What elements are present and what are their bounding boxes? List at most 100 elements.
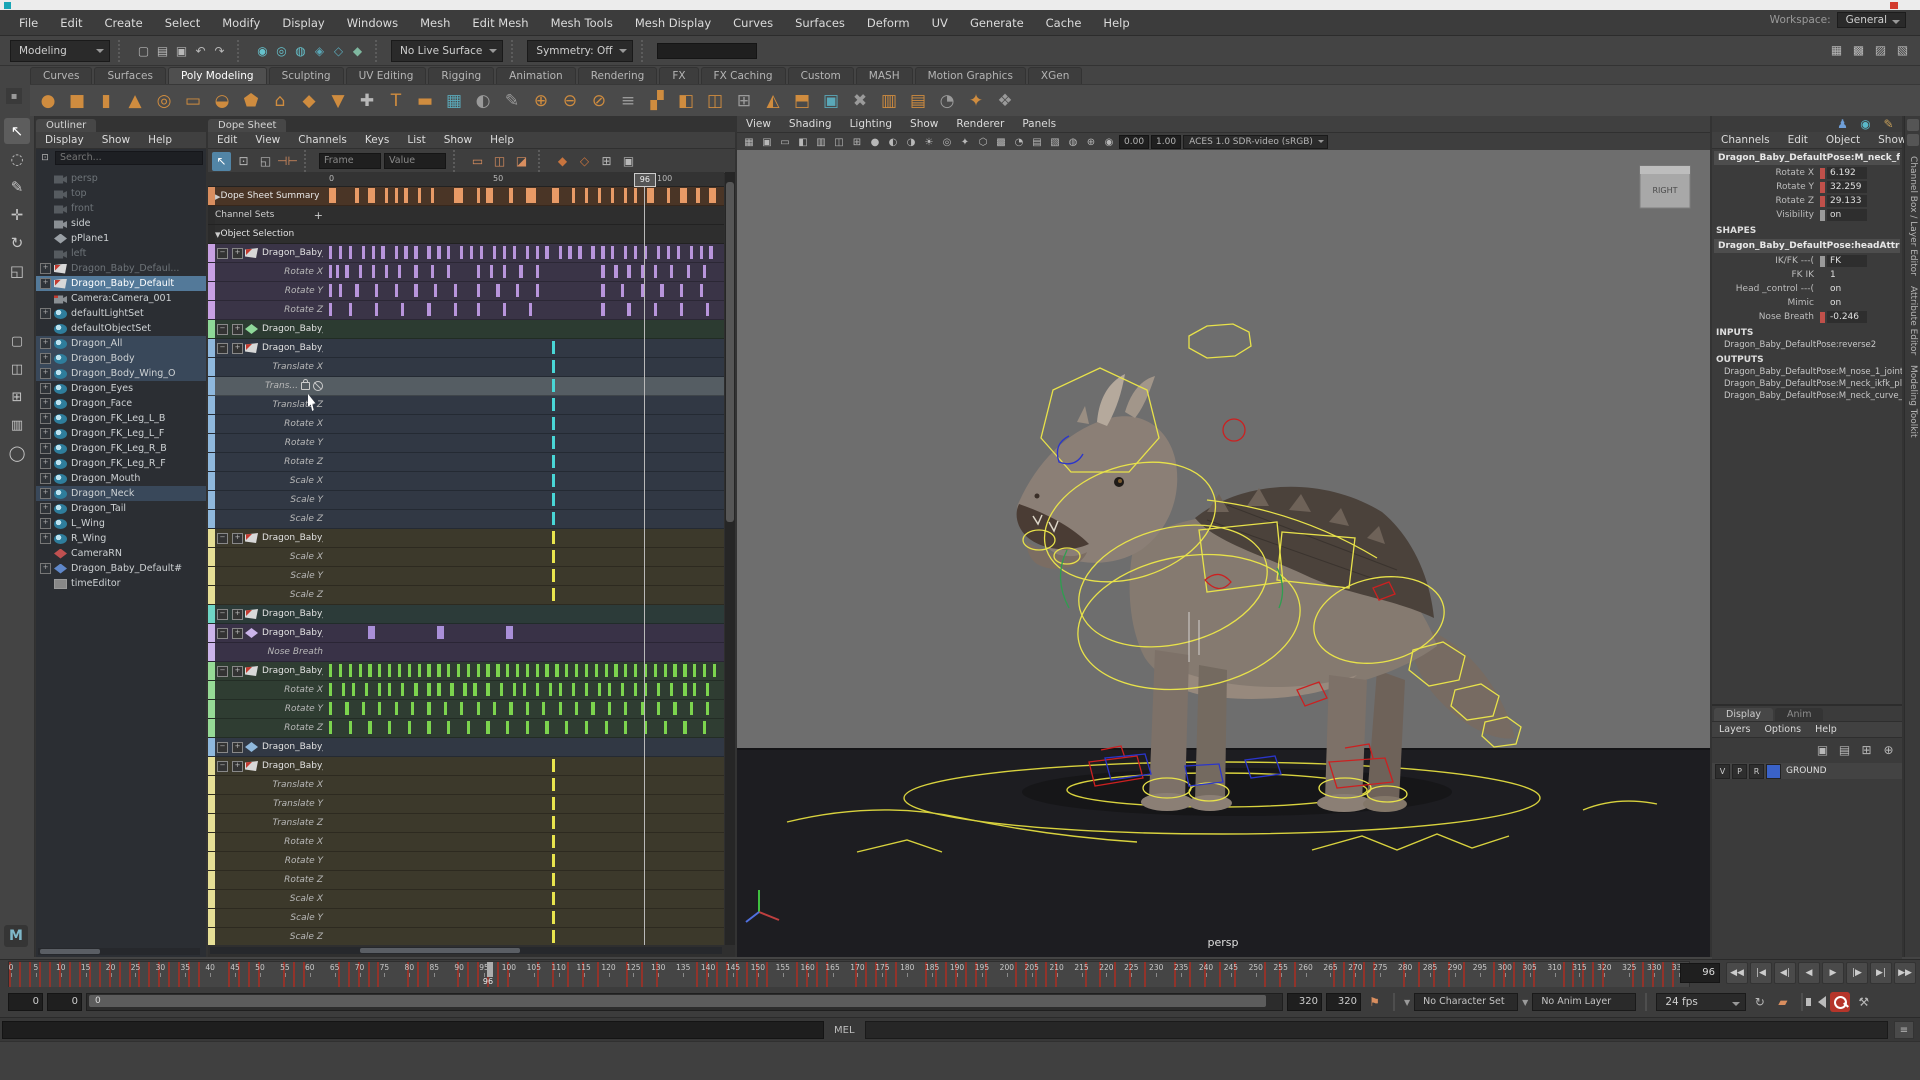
script-editor-icon[interactable]: ≡ (1894, 1021, 1914, 1039)
layout-single-icon[interactable]: ▢ (4, 328, 30, 354)
sculpt-icon[interactable]: ◐ (471, 89, 495, 113)
row-name-cell[interactable]: Rotate X (215, 833, 326, 851)
keyframe[interactable] (700, 246, 703, 259)
dope-row-scale-z[interactable]: Scale Z (208, 928, 724, 945)
xray-icon[interactable]: ▧ (1047, 133, 1063, 152)
menu-set-dropdown[interactable]: Modeling (10, 40, 110, 62)
channel-value[interactable]: 1 (1827, 269, 1867, 281)
keyframe[interactable] (667, 188, 670, 203)
boolean-icon[interactable]: ⊘ (587, 89, 611, 113)
dope-row-rotate-z[interactable]: Rotate Z (208, 719, 724, 738)
delete-edge-icon[interactable]: ✖ (848, 89, 872, 113)
expand-icon[interactable]: + (232, 761, 243, 772)
keyframe[interactable] (536, 284, 539, 297)
keyframe[interactable] (486, 188, 493, 203)
motion-blur-icon[interactable]: ⬡ (975, 133, 991, 152)
keyframe[interactable] (523, 683, 526, 696)
outliner-item-persp[interactable]: persp (36, 171, 206, 186)
expand-icon[interactable]: + (232, 324, 243, 335)
keyframe[interactable] (447, 664, 450, 677)
dope-row-dragon-baby-defaultpose-m[interactable]: −+Dragon_Baby_DefaultPose:M (208, 662, 724, 681)
channel-row-fk-ik[interactable]: FK IK1 (1712, 268, 1902, 282)
redo-icon[interactable]: ↷ (210, 41, 229, 60)
key-track[interactable] (326, 624, 724, 642)
key-track[interactable] (326, 377, 724, 395)
keyframe[interactable] (552, 512, 555, 525)
dope-row-scale-y[interactable]: Scale Y (208, 909, 724, 928)
key-track[interactable] (326, 738, 724, 756)
keyframe[interactable] (673, 702, 676, 715)
keyframe[interactable] (395, 188, 398, 203)
output-node[interactable]: Dragon_Baby_DefaultPose:M_neck_ikfk_plus… (1712, 378, 1902, 390)
dope-row-dragon-baby-defaultpose-m[interactable]: −+Dragon_Baby_DefaultPose:M (208, 244, 724, 263)
key-track[interactable] (326, 529, 724, 547)
dope-row-translate-y[interactable]: Translate Y (208, 795, 724, 814)
dope-row-dragon-baby-defaultpose[interactable]: −+Dragon_Baby_DefaultPose (208, 757, 724, 776)
key-track[interactable] (326, 396, 724, 414)
row-name-cell[interactable]: Rotate Y (215, 434, 326, 452)
keyframe[interactable] (552, 873, 555, 886)
shelf-tab-poly-modeling[interactable]: Poly Modeling (168, 67, 267, 84)
keyframe[interactable] (368, 664, 371, 677)
prev-frame-button[interactable]: ◀| (1774, 962, 1796, 984)
snap-curve-icon[interactable]: ◎ (272, 41, 291, 60)
key-track[interactable] (326, 928, 724, 945)
keyframe[interactable] (349, 721, 352, 734)
keyframe[interactable] (605, 664, 608, 677)
outliner-item-timeeditor[interactable]: timeEditor (36, 576, 206, 591)
key-track[interactable] (326, 225, 724, 243)
key-track[interactable] (326, 890, 724, 908)
key-track[interactable] (326, 244, 724, 262)
rotate-tool-icon[interactable]: ↻ (4, 230, 30, 256)
keyframe[interactable] (447, 721, 450, 734)
next-key-button[interactable]: ▶| (1870, 962, 1892, 984)
keyframe[interactable] (529, 303, 532, 316)
outliner-item-l-wing[interactable]: +L_Wing (36, 516, 206, 531)
key-track[interactable] (326, 434, 724, 452)
keyframe[interactable] (385, 188, 388, 203)
keyframe[interactable] (634, 664, 637, 677)
snap-keys-icon[interactable]: ⊞ (597, 152, 616, 171)
bevel-icon[interactable]: ◧ (674, 89, 698, 113)
keyframe[interactable] (437, 683, 440, 696)
outliner-item-dragon-fk-leg-l-b[interactable]: +Dragon_FK_Leg_L_B (36, 411, 206, 426)
poly-sphere-icon[interactable]: ● (36, 89, 60, 113)
layer-menu-options[interactable]: Options (1757, 724, 1808, 735)
outliner-item-camera-camera-001[interactable]: Camera:Camera_001 (36, 291, 206, 306)
keyframe[interactable] (683, 683, 686, 696)
outliner-item-dragon-all[interactable]: +Dragon_All (36, 336, 206, 351)
expand-icon[interactable]: + (40, 518, 51, 529)
evaluation-mode-icon[interactable]: ⚒ (1854, 993, 1873, 1012)
keyframe[interactable] (329, 303, 332, 316)
scale-keys-icon[interactable]: ◱ (256, 152, 275, 171)
row-name-cell[interactable]: Scale Z (215, 586, 326, 604)
key-track[interactable] (326, 339, 724, 357)
keyframe[interactable] (575, 702, 578, 715)
select-tool-icon[interactable]: ↖ (4, 118, 30, 144)
dope-row-rotate-x[interactable]: Rotate X (208, 263, 724, 282)
snap-point-icon[interactable]: ◍ (291, 41, 310, 60)
keyframe[interactable] (683, 721, 686, 734)
channel-row-rotate-z[interactable]: Rotate Z29.133 (1712, 194, 1902, 208)
keyframe[interactable] (477, 664, 480, 677)
keyframe[interactable] (342, 683, 345, 696)
select-keys-icon[interactable]: ↖ (212, 152, 231, 171)
keyframe[interactable] (572, 683, 575, 696)
symmetry-dropdown[interactable]: Symmetry: Off (527, 40, 633, 62)
row-name-cell[interactable]: Scale X (215, 472, 326, 490)
row-name-cell[interactable]: −+Dragon_Baby_DefaultPose (215, 339, 326, 357)
dope-sheet-hscrollbar[interactable] (210, 947, 722, 954)
dope-row-rotate-x[interactable]: Rotate X (208, 833, 724, 852)
keyframe[interactable] (457, 664, 460, 677)
keyframe[interactable] (477, 702, 480, 715)
keyframe[interactable] (329, 721, 332, 734)
keyframe[interactable] (559, 702, 562, 715)
dope-sheet-menu-help[interactable]: Help (481, 134, 523, 146)
menu-edit[interactable]: Edit (49, 16, 93, 30)
row-name-cell[interactable]: −+Dragon_Baby_DefaultPose (215, 320, 326, 338)
keyframe[interactable] (552, 892, 555, 905)
keyframe[interactable] (549, 683, 552, 696)
exposure-field[interactable]: 0.00 (1119, 135, 1149, 149)
keyframe[interactable] (388, 664, 391, 677)
viewport-menu-panels[interactable]: Panels (1013, 118, 1065, 130)
